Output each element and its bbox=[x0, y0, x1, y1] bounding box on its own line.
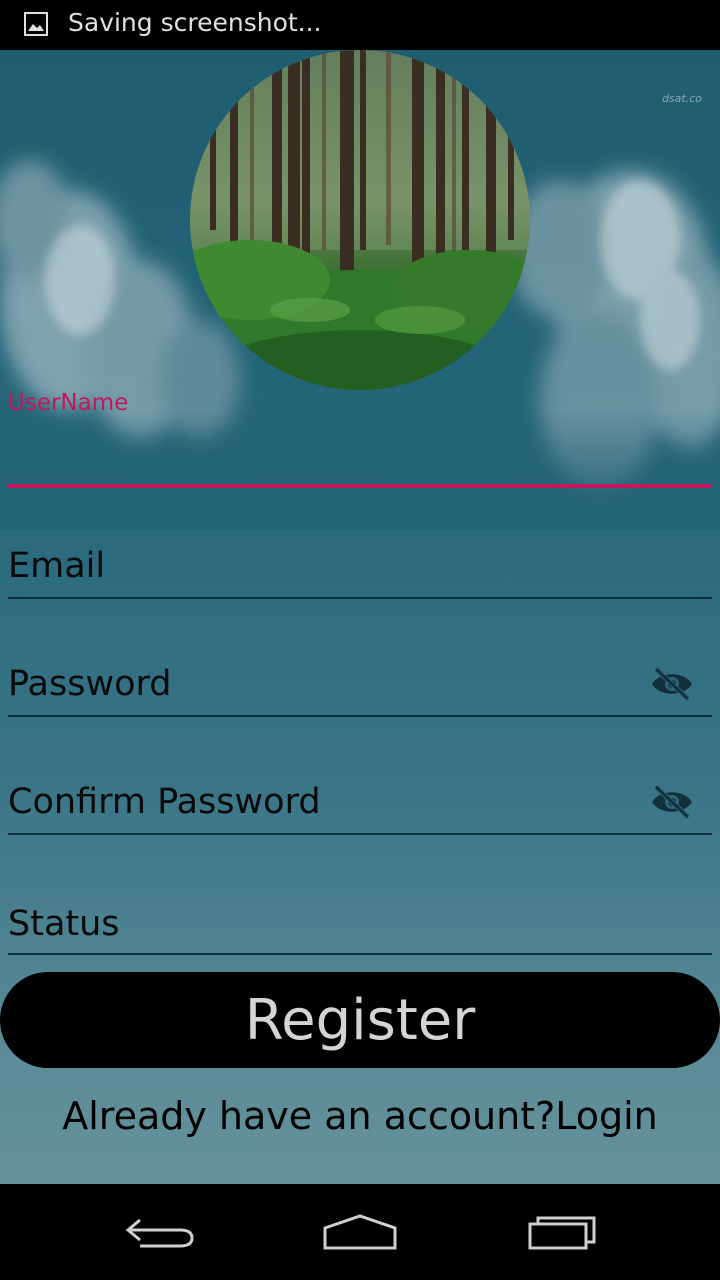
username-field[interactable]: UserName bbox=[8, 380, 712, 490]
username-label: UserName bbox=[8, 390, 129, 416]
image-icon bbox=[24, 12, 48, 36]
status-label: Status bbox=[8, 904, 120, 944]
status-text: Saving screenshot... bbox=[68, 8, 322, 37]
forest-photo bbox=[190, 50, 530, 390]
email-label: Email bbox=[8, 546, 106, 586]
username-underline bbox=[8, 484, 712, 488]
register-button[interactable]: Register bbox=[0, 972, 720, 1068]
confirm-password-underline bbox=[8, 833, 712, 835]
home-icon[interactable] bbox=[320, 1212, 400, 1252]
login-link[interactable]: Already have an account?Login bbox=[0, 1094, 720, 1138]
email-underline bbox=[8, 597, 712, 599]
password-label: Password bbox=[8, 664, 172, 704]
register-screen: dsat.co UserName Email Password Confirm … bbox=[0, 50, 720, 1184]
profile-photo[interactable] bbox=[190, 50, 530, 390]
eye-off-icon[interactable] bbox=[650, 666, 694, 702]
status-underline bbox=[8, 953, 712, 955]
email-field[interactable]: Email bbox=[8, 540, 712, 600]
confirm-password-field[interactable]: Confirm Password bbox=[8, 776, 712, 838]
recents-icon[interactable] bbox=[522, 1212, 602, 1252]
confirm-password-label: Confirm Password bbox=[8, 782, 321, 822]
password-underline bbox=[8, 715, 712, 717]
eye-off-icon[interactable] bbox=[650, 784, 694, 820]
status-bar: Saving screenshot... bbox=[0, 0, 720, 50]
back-icon[interactable] bbox=[120, 1212, 200, 1252]
status-field[interactable]: Status bbox=[8, 896, 712, 958]
navigation-bar bbox=[0, 1184, 720, 1280]
password-field[interactable]: Password bbox=[8, 658, 712, 720]
watermark: dsat.co bbox=[661, 92, 702, 105]
